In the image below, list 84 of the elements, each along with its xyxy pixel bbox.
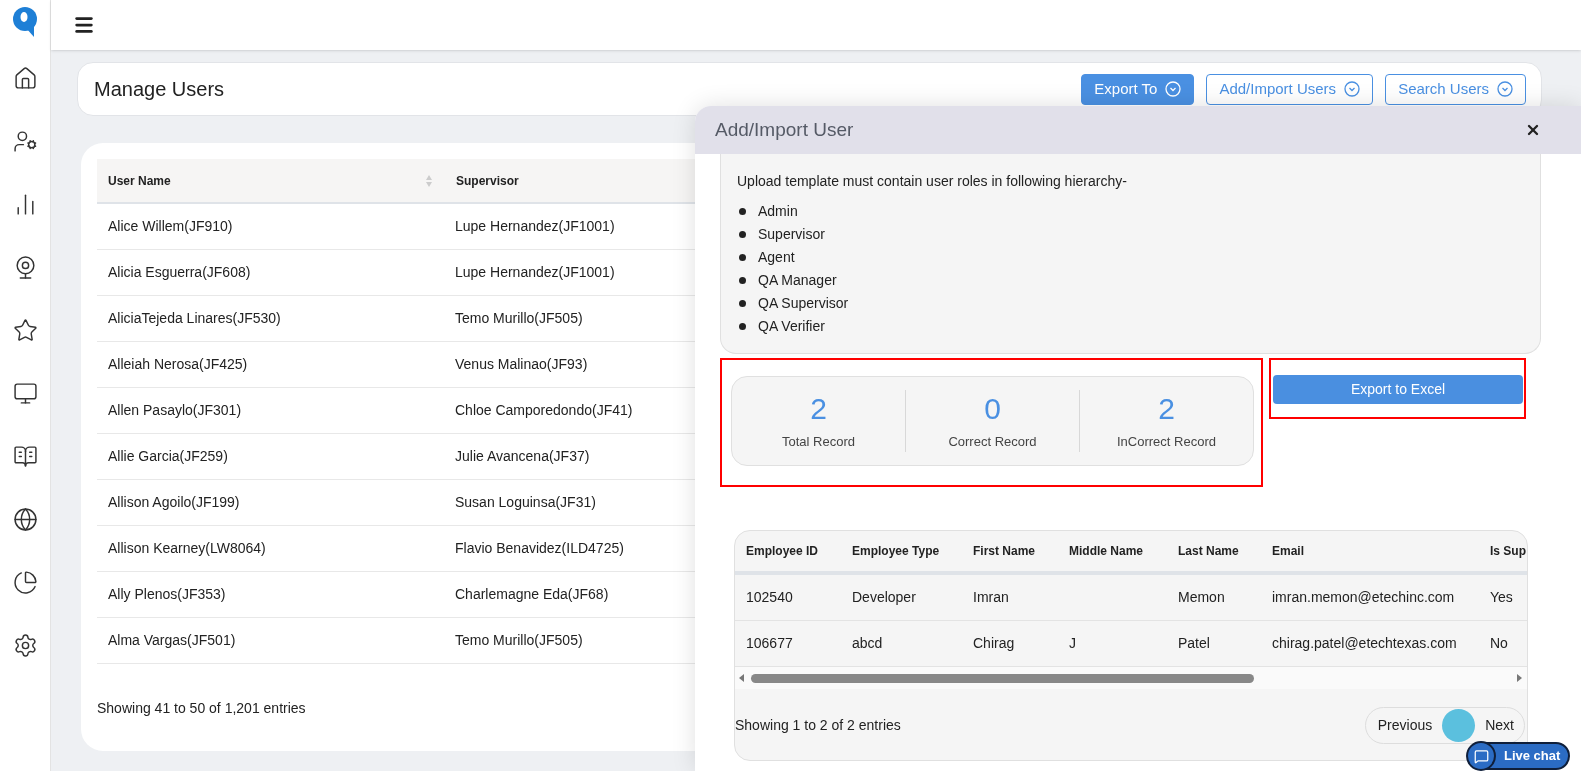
column-header[interactable]: First Name	[973, 544, 1036, 558]
scroll-left-icon[interactable]	[739, 674, 745, 682]
role-item: QA Verifier	[758, 317, 825, 336]
page-title: Manage Users	[94, 77, 225, 102]
monitor-icon[interactable]	[12, 381, 38, 406]
logo-icon[interactable]	[12, 6, 38, 38]
role-item: QA Manager	[758, 271, 837, 290]
modal-title: Add/Import User	[715, 117, 854, 142]
bullet-icon	[739, 300, 746, 307]
table-cell-text: Charlemagne Eda(JF68)	[454, 585, 609, 604]
table-cell-text: Alma Vargas(JF501)	[107, 631, 237, 650]
table-cell: No	[1490, 635, 1508, 651]
table-cell-text: Flavio Benavidez(ILD4725)	[454, 539, 624, 558]
book-icon[interactable]	[12, 444, 38, 469]
horizontal-scrollbar[interactable]	[735, 667, 1527, 689]
table-cell: Chirag	[973, 635, 1015, 651]
stat-value: 2	[810, 391, 827, 428]
table-cell-text: AliciaTejeda Linares(JF530)	[107, 309, 282, 328]
table-cell-text: Allison Agoilo(JF199)	[107, 493, 241, 512]
close-icon[interactable]	[1525, 122, 1541, 138]
pie-chart-icon[interactable]	[12, 570, 38, 595]
role-item: Supervisor	[758, 225, 825, 244]
stat-label: InCorrect Record	[1117, 433, 1216, 452]
stat-value: 0	[984, 391, 1001, 428]
bullet-icon	[739, 231, 746, 238]
table-cell-text: Temo Murillo(JF505)	[454, 309, 583, 328]
table-cell: abcd	[852, 635, 883, 651]
table-cell-text: Chloe Camporedondo(JF41)	[454, 401, 633, 420]
table-cell-text: Susan Loguinsa(JF31)	[454, 493, 596, 512]
column-header[interactable]: Last Name	[1178, 544, 1239, 558]
table-cell-text: Lupe Hernandez(JF1001)	[454, 217, 615, 236]
scroll-right-icon[interactable]	[1517, 674, 1523, 682]
chevron-circle-icon	[1344, 81, 1361, 97]
entries-info: Showing 41 to 50 of 1,201 entries	[97, 700, 306, 716]
column-header[interactable]: Supervisor	[445, 171, 519, 190]
table-cell: Developer	[852, 589, 916, 605]
star-icon[interactable]	[12, 318, 38, 343]
table-cell: Imran	[973, 589, 1009, 605]
bullet-icon	[739, 208, 746, 215]
column-header[interactable]: Employee Type	[852, 544, 940, 558]
table-cell-text: Alice Willem(JF910)	[107, 217, 234, 236]
table-cell-text: Alleiah Nerosa(JF425)	[107, 355, 249, 374]
table-cell: imran.memon@etechinc.com	[1272, 589, 1455, 605]
settings-icon[interactable]	[12, 633, 38, 658]
chevron-circle-icon	[1497, 81, 1513, 97]
bullet-icon	[739, 277, 746, 284]
user-settings-icon[interactable]	[12, 129, 38, 154]
table-cell-text: Ally Plenos(JF353)	[107, 585, 227, 604]
table-cell-text: Allen Pasaylo(JF301)	[107, 401, 243, 420]
table-cell-text: Lupe Hernandez(JF1001)	[454, 263, 615, 282]
table-cell: 102540	[746, 589, 793, 605]
entries-info: Showing 1 to 2 of 2 entries	[735, 716, 901, 735]
column-header[interactable]: User Name	[108, 171, 171, 190]
role-item: Admin	[758, 202, 798, 221]
column-header[interactable]: Is Sup	[1490, 544, 1526, 558]
bullet-icon	[739, 323, 746, 330]
table-cell-text: Allie Garcia(JF259)	[107, 447, 229, 466]
column-header[interactable]: Middle Name	[1069, 544, 1143, 558]
menu-icon[interactable]	[73, 14, 95, 36]
globe-icon[interactable]	[12, 507, 38, 532]
table-cell-text: Temo Murillo(JF505)	[454, 631, 583, 650]
stat-label: Total Record	[782, 433, 855, 452]
table-cell: J	[1069, 635, 1076, 651]
table-cell-text: Alicia Esguerra(JF608)	[107, 263, 252, 282]
stat-value: 2	[1158, 391, 1175, 428]
bullet-icon	[739, 254, 746, 261]
table-cell-text: Allison Kearney(LW8064)	[107, 539, 267, 558]
next-button[interactable]: Next	[1485, 715, 1514, 736]
table-cell: 106677	[746, 635, 793, 651]
previous-button[interactable]: Previous	[1377, 715, 1433, 736]
table-cell: chirag.patel@etechtexas.com	[1272, 635, 1457, 651]
table-cell: Memon	[1178, 589, 1225, 605]
table-cell: Patel	[1178, 635, 1210, 651]
role-item: QA Supervisor	[758, 294, 849, 313]
role-item: Agent	[758, 248, 795, 267]
table-cell-text: Venus Malinao(JF93)	[454, 355, 588, 374]
column-header[interactable]: Employee ID	[746, 544, 819, 558]
table-cell-text: Julie Avancena(JF37)	[454, 447, 590, 466]
hierarchy-note: Upload template must contain user roles in following hierarchy-	[737, 172, 1128, 191]
stat-label: Correct Record	[948, 433, 1037, 452]
column-header[interactable]: Email	[1272, 544, 1304, 558]
chevron-circle-icon	[1165, 81, 1182, 97]
table-cell: Yes	[1490, 589, 1513, 605]
home-icon[interactable]	[12, 66, 38, 91]
